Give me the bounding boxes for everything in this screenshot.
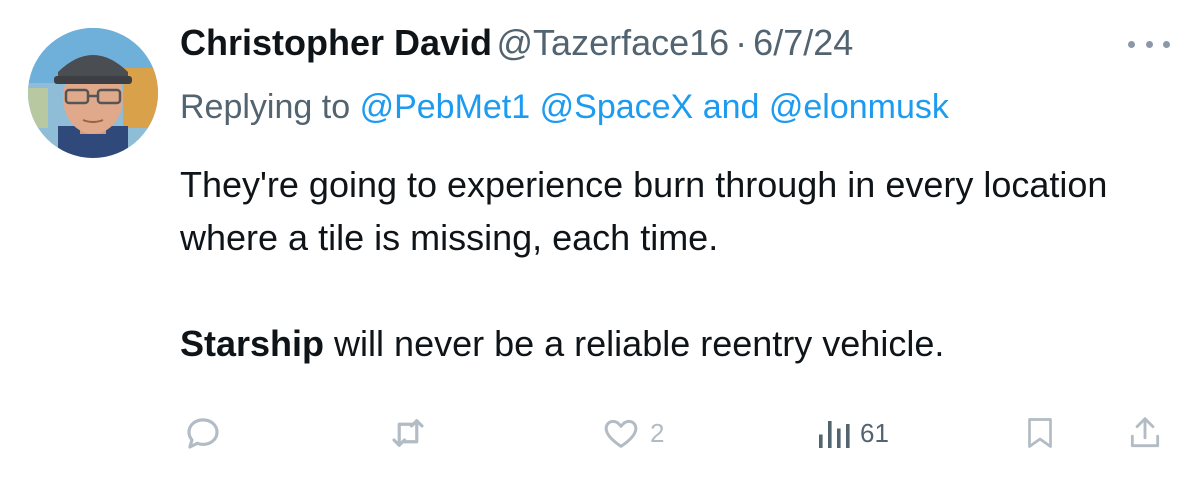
author-name[interactable]: Christopher David — [180, 22, 492, 63]
mention-elonmusk[interactable]: @elonmusk — [769, 88, 949, 126]
more-dot — [1128, 40, 1135, 48]
mention-joiner: and — [702, 88, 760, 126]
reply-button[interactable] — [182, 408, 224, 458]
bookmark-button[interactable] — [1022, 408, 1058, 458]
mention-pebmet1[interactable]: @PebMet1 — [360, 88, 531, 126]
tweet-header: Christopher David @Tazerface16 · 6/7/24 — [180, 22, 853, 72]
mention-spacex[interactable]: @SpaceX — [540, 88, 694, 126]
replying-to-label: Replying to — [180, 88, 351, 126]
reply-icon — [187, 418, 219, 449]
views-button[interactable]: 61 — [816, 408, 889, 458]
tweet-paragraph: Starship will never be a reliable reentr… — [180, 317, 1170, 370]
tweet-date[interactable]: 6/7/24 — [753, 22, 853, 63]
author-handle[interactable]: @Tazerface16 — [497, 22, 730, 63]
like-button[interactable]: 2 — [600, 408, 664, 458]
retweet-icon — [392, 419, 424, 447]
bold-text: Starship — [180, 323, 325, 364]
share-button[interactable] — [1126, 408, 1164, 458]
like-count: 2 — [650, 417, 665, 448]
share-icon — [1130, 417, 1160, 448]
views-icon — [819, 421, 850, 448]
avatar[interactable] — [28, 28, 158, 158]
bookmark-icon — [1028, 418, 1052, 448]
tweet-text: will never be a reliable reentry vehicle… — [324, 323, 945, 364]
replying-to: Replying to @PebMet1 @SpaceX and @elonmu… — [180, 88, 949, 127]
tweet-body: They're going to experience burn through… — [180, 158, 1170, 370]
views-count: 61 — [860, 417, 889, 448]
more-options-icon[interactable] — [1128, 32, 1170, 56]
tweet-paragraph: They're going to experience burn through… — [180, 164, 1108, 258]
more-dot — [1163, 40, 1170, 48]
action-bar: 2 61 — [180, 408, 1170, 458]
retweet-button[interactable] — [386, 408, 430, 458]
more-dot — [1145, 40, 1153, 48]
separator-dot: · — [735, 22, 748, 63]
tweet[interactable]: Christopher David @Tazerface16 · 6/7/24 Re… — [0, 0, 1200, 491]
heart-icon — [604, 419, 638, 448]
